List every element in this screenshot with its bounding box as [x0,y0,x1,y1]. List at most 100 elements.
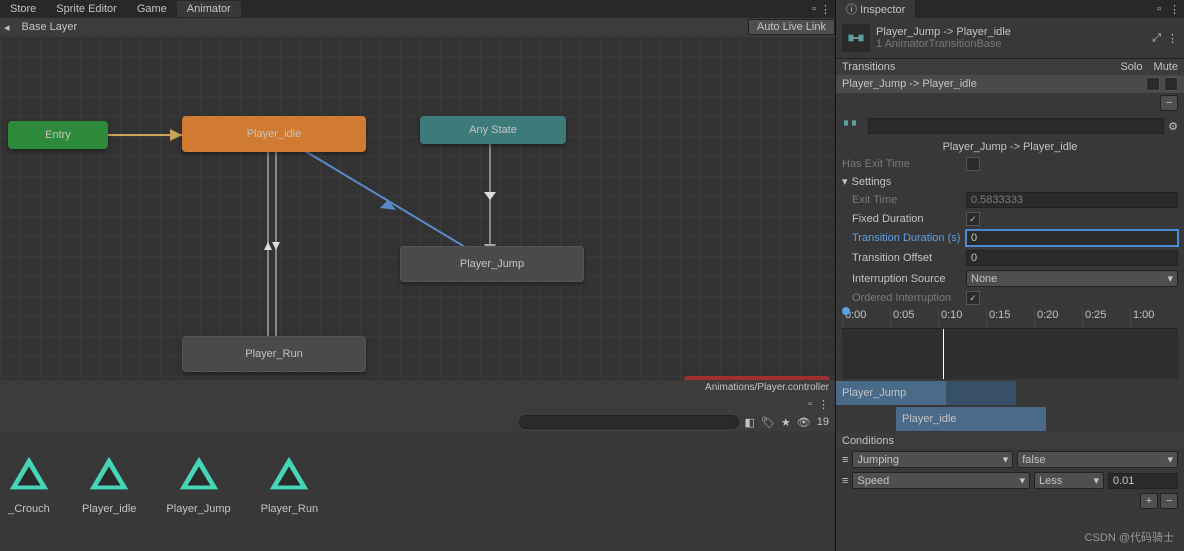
timeline-start-handle[interactable] [842,307,850,315]
tab-animator[interactable]: Animator [177,1,241,17]
transition-timeline[interactable]: 0:00 0:05 0:10 0:15 0:20 0:25 1:00 [842,309,1178,379]
info-icon: ⓘ [846,4,857,16]
condition-row: ≡ Speed▾ Less▾ [836,470,1184,491]
condition-value-input[interactable] [1108,473,1178,489]
animator-toolbar: ◂ Base Layer Auto Live Link [0,18,835,36]
menu-icon[interactable]: ⋮ [818,398,829,411]
condition-row: ≡ Jumping▾ false▾ [836,449,1184,470]
layer-dropdown-icon[interactable]: ◂ [0,21,14,34]
tick: 1:00 [1130,309,1178,328]
expand-icon[interactable]: ⤢ [1152,32,1161,45]
has-exit-time-label: Has Exit Time [842,158,962,170]
drag-handle-icon[interactable]: ≡ [842,475,848,487]
transition-duration-input[interactable] [966,230,1178,246]
asset-label: Player_Jump [166,503,230,515]
animation-clip-icon [6,451,52,497]
chevron-down-icon: ▾ [1019,474,1025,487]
transition-list-item[interactable]: Player_Jump -> Player_idle [842,78,1142,90]
filter-icon[interactable]: ◧ [745,416,755,429]
label-icon[interactable]: 🏷 [761,416,775,429]
node-entry[interactable]: Entry [8,121,108,149]
remove-transition-button[interactable]: − [1160,95,1178,111]
node-player-jump[interactable]: Player_Jump [400,246,584,282]
node-player-run[interactable]: Player_Run [182,336,366,372]
condition-value-select[interactable]: false▾ [1017,451,1178,468]
node-any-state[interactable]: Any State [420,116,566,144]
transition-name-input[interactable] [868,118,1164,134]
transition-caption: Player_Jump -> Player_idle [943,141,1078,153]
clip-destination[interactable]: Player_idle [896,407,1046,431]
drag-handle-icon[interactable]: ≡ [842,454,848,466]
clip-source[interactable]: Player_Jump [836,381,1016,405]
tick: 0:20 [1034,309,1082,328]
add-condition-button[interactable]: + [1140,493,1158,509]
editor-tabs: Store Sprite Editor Game Animator ▫ ⋮ [0,0,835,18]
solo-header: Solo [1120,61,1142,73]
hidden-count: 19 [817,416,829,428]
tab-store[interactable]: Store [0,1,46,17]
chevron-down-icon: ▾ [1167,453,1173,466]
has-exit-time-checkbox[interactable] [966,157,980,171]
asset-label: Player_Run [261,503,318,515]
inspector-title: Player_Jump -> Player_idle [876,26,1146,38]
transition-offset-value[interactable]: 0 [966,250,1178,266]
tick: 0:25 [1082,309,1130,328]
menu-icon[interactable]: ⋮ [820,3,831,16]
asset-item[interactable]: Player_Jump [166,451,230,531]
condition-param-select[interactable]: Speed▾ [852,472,1030,489]
window-maximize-icon[interactable]: ▫ [812,3,816,16]
asset-path: Animations/Player.controller [0,380,835,395]
transition-duration-label: Transition Duration (s) [842,232,962,244]
gear-icon[interactable]: ⚙ [1168,120,1178,133]
maximize-icon[interactable]: ▫ [808,398,812,410]
tick: 0:05 [890,309,938,328]
ordered-interruption-label: Ordered Interruption [842,292,962,304]
lock-icon[interactable]: ▫ [1153,3,1165,15]
favorite-icon[interactable]: ★ [781,416,791,429]
condition-op-select[interactable]: Less▾ [1034,472,1104,489]
animation-clip-icon [86,451,132,497]
remove-condition-button[interactable]: − [1160,493,1178,509]
tab-sprite-editor[interactable]: Sprite Editor [46,1,127,17]
fixed-duration-label: Fixed Duration [842,213,962,225]
tab-game[interactable]: Game [127,1,177,17]
interruption-source-select[interactable]: None▾ [966,270,1178,287]
timeline-marker[interactable] [943,329,944,379]
animation-clip-icon [266,451,312,497]
ordered-interruption-checkbox: ✓ [966,291,980,305]
asset-label: Player_idle [82,503,136,515]
asset-grid: _Crouch Player_idle Player_Jump Player_R… [0,431,835,551]
fixed-duration-checkbox[interactable]: ✓ [966,212,980,226]
condition-param-select[interactable]: Jumping▾ [852,451,1013,468]
transition-icon [842,115,864,137]
mute-checkbox[interactable] [1164,77,1178,91]
settings-label: Settings [852,176,892,188]
hidden-icon[interactable]: 👁 [797,416,811,429]
node-player-idle[interactable]: Player_idle [182,116,366,152]
inspector-subtitle: 1 AnimatorTransitionBase [876,38,1146,50]
foldout-icon[interactable]: ▾ [842,175,848,188]
animator-graph[interactable]: Entry Player_idle Any State Player_Jump … [0,36,835,380]
animation-clip-icon [176,451,222,497]
solo-checkbox[interactable] [1146,77,1160,91]
asset-item[interactable]: Player_Run [261,451,318,531]
search-input[interactable] [519,415,739,429]
node-exit[interactable]: Exit [684,376,830,380]
transitions-header: Transitions [842,61,1116,73]
interruption-source-label: Interruption Source [842,273,962,285]
menu-icon[interactable]: ⋮ [1165,3,1184,16]
asset-item[interactable]: _Crouch [6,451,52,531]
chevron-down-icon: ▾ [1167,272,1173,285]
tab-inspector[interactable]: ⓘ Inspector [836,0,915,19]
inspector-panel: ⓘ Inspector ▫ ⋮ Player_Jump -> Player_id… [836,0,1184,551]
auto-live-link-button[interactable]: Auto Live Link [748,19,835,35]
transition-icon [842,24,870,52]
exit-time-label: Exit Time [842,194,962,206]
mute-header: Mute [1154,61,1178,73]
chevron-down-icon: ▾ [1093,474,1099,487]
chevron-down-icon: ▾ [1003,453,1009,466]
asset-item[interactable]: Player_idle [82,451,136,531]
layer-name[interactable]: Base Layer [14,20,86,34]
transition-offset-label: Transition Offset [842,252,962,264]
menu-icon[interactable]: ⋮ [1167,32,1178,45]
